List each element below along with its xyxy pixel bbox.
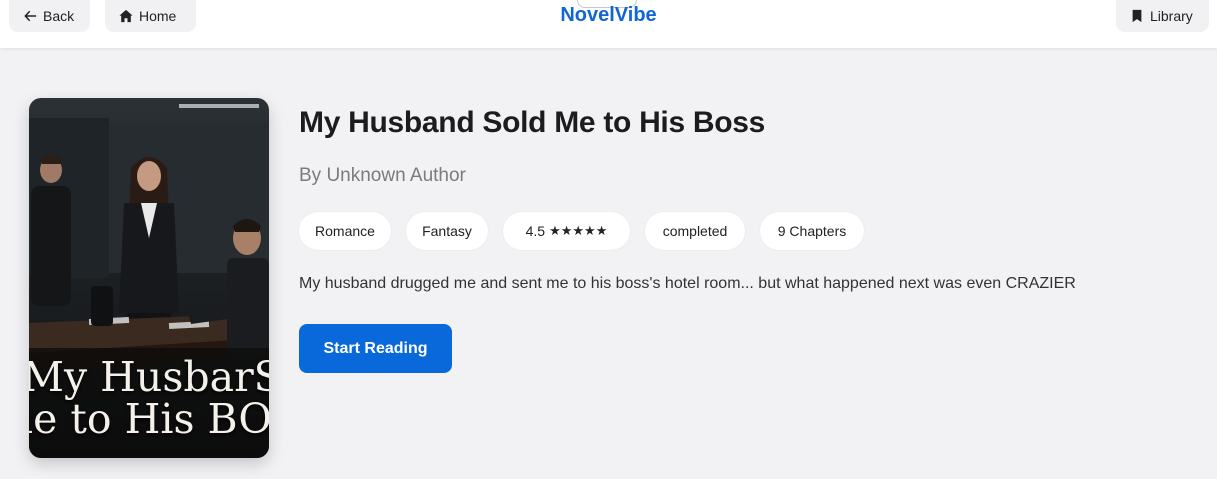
book-cover-image: My HusbarSold le to His BOS [29,98,269,458]
tag-genre-fantasy[interactable]: Fantasy [406,212,488,250]
tag-chapters: 9 Chapters [760,212,864,250]
start-reading-button[interactable]: Start Reading [299,324,452,373]
top-navigation-bar: Back Home NovelVibe Library [0,0,1217,48]
tag-status: completed [645,212,745,250]
bookmark-icon [1132,9,1142,23]
tag-label: completed [662,223,728,239]
book-description: My husband drugged me and sent me to his… [299,275,1076,292]
rating-value: 4.5 [525,223,546,239]
brand-logo[interactable]: NovelVibe [0,4,1217,27]
cover-text-line2: le to His BOS [29,395,269,443]
book-author: By Unknown Author [299,165,466,186]
tag-rating: 4.5 ★★★★★ [503,212,630,250]
tag-label: Romance [315,223,375,239]
star-rating-icon: ★★★★★ [549,223,608,238]
library-button[interactable]: Library [1116,0,1209,32]
book-title: My Husband Sold Me to His Boss [299,106,766,139]
library-label: Library [1150,8,1193,24]
start-reading-label: Start Reading [323,339,428,357]
cover-text-line1: My HusbarSold [29,353,269,401]
tag-genre-romance[interactable]: Romance [299,212,391,250]
tag-label: 9 Chapters [777,223,847,239]
tag-label: Fantasy [422,223,472,239]
